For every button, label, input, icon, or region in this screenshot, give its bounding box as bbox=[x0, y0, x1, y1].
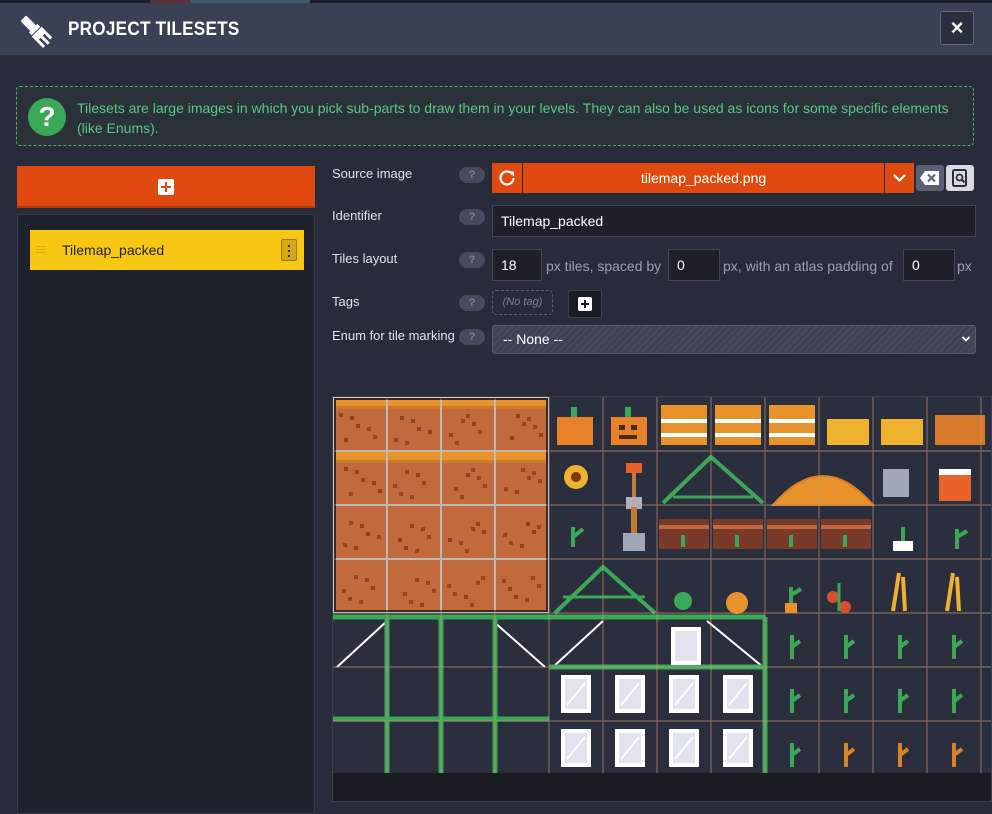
spacing-input[interactable]: 0 bbox=[668, 249, 720, 281]
refresh-icon bbox=[499, 170, 515, 186]
help-circle-icon: ? bbox=[28, 98, 66, 136]
tileset-list-item[interactable]: Tilemap_packed bbox=[30, 230, 304, 270]
magnifier-icon bbox=[952, 169, 967, 187]
chevron-down-icon bbox=[893, 174, 906, 183]
reload-image-button[interactable] bbox=[492, 163, 522, 193]
enum-marking-help[interactable]: ? bbox=[459, 329, 485, 345]
identifier-input[interactable]: Tilemap_packed bbox=[492, 205, 976, 237]
tileset-preview[interactable] bbox=[332, 396, 992, 802]
source-image-label: Source image bbox=[332, 166, 413, 181]
chevron-down-icon bbox=[961, 336, 971, 342]
enum-selected-value: -- None -- bbox=[503, 331, 563, 347]
tileset-item-label: Tilemap_packed bbox=[62, 242, 165, 258]
add-tag-button[interactable] bbox=[568, 290, 602, 318]
tiles-layout-label: Tiles layout bbox=[332, 251, 398, 266]
source-image-dropdown[interactable] bbox=[885, 163, 914, 193]
atlas-padding-text: px, with an atlas padding of bbox=[723, 258, 893, 274]
identifier-help[interactable]: ? bbox=[459, 209, 485, 225]
tiles-layout-help[interactable]: ? bbox=[459, 252, 485, 268]
source-image-help[interactable]: ? bbox=[459, 167, 485, 183]
plus-icon bbox=[158, 179, 174, 195]
item-menu-button[interactable] bbox=[281, 239, 297, 261]
add-tileset-button[interactable] bbox=[17, 166, 315, 208]
dialog-header: PROJECT TILESETS × bbox=[0, 3, 992, 55]
enum-select[interactable]: -- None -- bbox=[492, 325, 976, 354]
tileset-list-panel: Tilemap_packed bbox=[17, 166, 315, 814]
dialog-title: PROJECT TILESETS bbox=[68, 19, 240, 40]
close-button[interactable]: × bbox=[940, 11, 974, 45]
tileset-image[interactable] bbox=[333, 397, 992, 773]
clear-image-button[interactable] bbox=[916, 165, 944, 191]
backspace-icon bbox=[920, 171, 939, 185]
tileset-list: Tilemap_packed bbox=[17, 214, 315, 814]
tags-help[interactable]: ? bbox=[459, 295, 485, 311]
tags-label: Tags bbox=[332, 294, 360, 309]
info-text: Tilesets are large images in which you p… bbox=[77, 100, 949, 136]
padding-input[interactable]: 0 bbox=[903, 249, 955, 281]
identifier-label: Identifier bbox=[332, 208, 382, 223]
px-tiles-text: px tiles, spaced by bbox=[546, 258, 662, 274]
view-image-button[interactable] bbox=[946, 165, 974, 191]
paint-brush-icon bbox=[20, 15, 53, 48]
plus-icon bbox=[578, 297, 592, 311]
enum-marking-label: Enum for tile marking bbox=[332, 328, 455, 343]
source-image-file[interactable]: tilemap_packed.png bbox=[523, 163, 884, 193]
tile-size-input[interactable]: 18 bbox=[492, 249, 542, 281]
info-box: ? Tilesets are large images in which you… bbox=[16, 86, 974, 146]
tags-placeholder: (No tag) bbox=[492, 290, 553, 315]
px-text: px bbox=[957, 258, 972, 274]
drag-handle-icon[interactable] bbox=[36, 249, 46, 250]
